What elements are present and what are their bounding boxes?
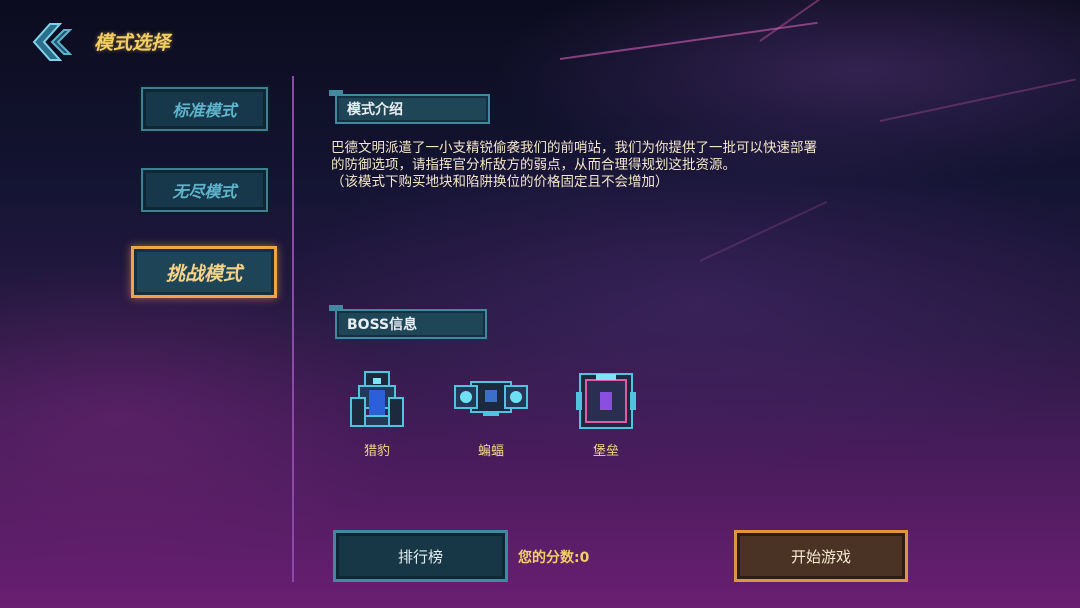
- fortress-ship-icon: [576, 373, 636, 429]
- bg-streak: [699, 200, 828, 262]
- description-line: 巴德文明派遣了一小支精锐偷袭我们的前哨站，我们为你提供了一批可以快速部署: [331, 140, 817, 156]
- section-header-intro: 模式介绍: [329, 90, 490, 124]
- section-title: 模式介绍: [347, 102, 403, 118]
- cheetah-ship-icon: [350, 371, 404, 427]
- start-game-label: 开始游戏: [790, 547, 851, 566]
- leaderboard-button[interactable]: 排行榜: [333, 530, 508, 582]
- vertical-divider: [292, 76, 294, 582]
- description-line: 的防御选项，请指挥官分析敌方的弱点，从而合理得规划这批资源。: [331, 157, 736, 173]
- boss-item-bat[interactable]: 蝙蝠: [451, 370, 531, 459]
- section-title: BOSS信息: [347, 317, 418, 333]
- mode-label: 无尽模式: [172, 182, 237, 201]
- bat-ship-icon: [454, 381, 528, 416]
- mode-description: 巴德文明派遣了一小支精锐偷袭我们的前哨站，我们为你提供了一批可以快速部署 的防御…: [331, 140, 909, 191]
- description-line: （该模式下购买地块和陷阱换位的价格固定且不会增加）: [331, 174, 669, 190]
- boss-name: 猎豹: [363, 444, 390, 459]
- score-display: 您的分数:0: [518, 550, 590, 566]
- bg-streak: [879, 78, 1076, 122]
- mode-button-challenge[interactable]: 挑战模式: [131, 246, 277, 298]
- boss-name: 堡垒: [592, 444, 619, 459]
- mode-button-standard[interactable]: 标准模式: [141, 87, 268, 131]
- bg-streak: [759, 0, 909, 42]
- mode-label: 挑战模式: [165, 262, 242, 285]
- start-game-button[interactable]: 开始游戏: [734, 530, 908, 582]
- mode-button-endless[interactable]: 无尽模式: [141, 168, 268, 212]
- boss-name: 蝙蝠: [477, 444, 504, 459]
- boss-item-fortress[interactable]: 堡垒: [566, 370, 646, 459]
- mode-label: 标准模式: [172, 101, 237, 120]
- page-title: 模式选择: [94, 32, 171, 54]
- leaderboard-label: 排行榜: [397, 547, 443, 566]
- back-button[interactable]: [30, 22, 74, 62]
- section-header-boss: BOSS信息: [329, 305, 487, 339]
- back-arrow-icon: [32, 23, 73, 61]
- boss-item-cheetah[interactable]: 猎豹: [337, 370, 417, 459]
